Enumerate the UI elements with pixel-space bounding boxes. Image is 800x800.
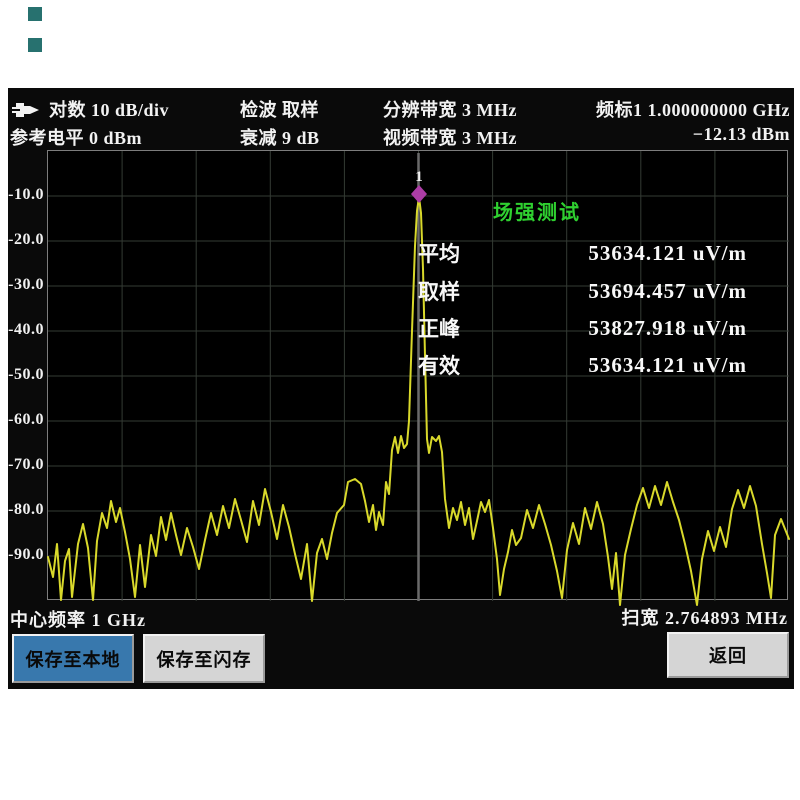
- measurement-label: 平均: [418, 238, 460, 268]
- measurement-label: 取样: [418, 276, 460, 306]
- rbw-setting: 分辨带宽 3 MHz: [383, 96, 517, 122]
- back-button[interactable]: 返回: [667, 632, 789, 678]
- y-axis-label: -90.0: [8, 546, 44, 564]
- measurement-row-sample: 取样 53694.457 uV/m: [418, 278, 747, 304]
- attenuation-setting: 衰减 9 dB: [240, 124, 320, 150]
- y-axis-label: -60.0: [8, 411, 44, 429]
- y-axis-label: -40.0: [8, 321, 44, 339]
- marker-number-label: 1: [415, 169, 423, 185]
- y-axis-label: -80.0: [8, 501, 44, 519]
- span-label: 扫宽 2.764893 MHz: [622, 604, 788, 630]
- ref-level-setting: 参考电平 0 dBm: [10, 124, 142, 150]
- marker-level: −12.13 dBm: [693, 124, 790, 145]
- detector-setting: 检波 取样: [240, 96, 319, 122]
- analyzer-panel: 对数 10 dB/div 检波 取样 分辨带宽 3 MHz 频标1 1.0000…: [8, 88, 794, 689]
- marker-diamond-icon: [411, 185, 427, 203]
- measurement-row-average: 平均 53634.121 uV/m: [418, 240, 747, 266]
- input-plug-icon: [12, 102, 42, 123]
- measurement-row-peak: 正峰 53827.918 uV/m: [418, 315, 747, 341]
- center-frequency-label: 中心频率 1 GHz: [10, 606, 146, 632]
- marker-frequency: 频标1 1.000000000 GHz: [596, 96, 790, 122]
- measurement-label: 正峰: [418, 313, 460, 343]
- measurement-label: 有效: [418, 350, 460, 380]
- measurement-value: 53694.457 uV/m: [588, 279, 747, 304]
- measurement-value: 53634.121 uV/m: [588, 241, 747, 266]
- y-axis-label: -10.0: [8, 186, 44, 204]
- y-axis-label: -70.0: [8, 456, 44, 474]
- y-axis-label: -30.0: [8, 276, 44, 294]
- scale-label: 对数 10 dB/div: [49, 100, 169, 120]
- screen: 对数 10 dB/div 检波 取样 分辨带宽 3 MHz 频标1 1.0000…: [0, 0, 800, 800]
- corner-marker-bottom: [28, 38, 42, 52]
- scale-setting: 对数 10 dB/div: [12, 96, 169, 123]
- y-axis-label: -20.0: [8, 231, 44, 249]
- measurement-row-rms: 有效 53634.121 uV/m: [418, 352, 747, 378]
- measurement-title: 场强测试: [493, 196, 581, 225]
- save-local-button[interactable]: 保存至本地: [12, 634, 134, 683]
- corner-marker-top: [28, 7, 42, 21]
- measurement-value: 53634.121 uV/m: [588, 353, 747, 378]
- vbw-setting: 视频带宽 3 MHz: [383, 124, 517, 150]
- save-flash-button[interactable]: 保存至闪存: [143, 634, 265, 683]
- y-axis-label: -50.0: [8, 366, 44, 384]
- measurement-value: 53827.918 uV/m: [588, 316, 747, 341]
